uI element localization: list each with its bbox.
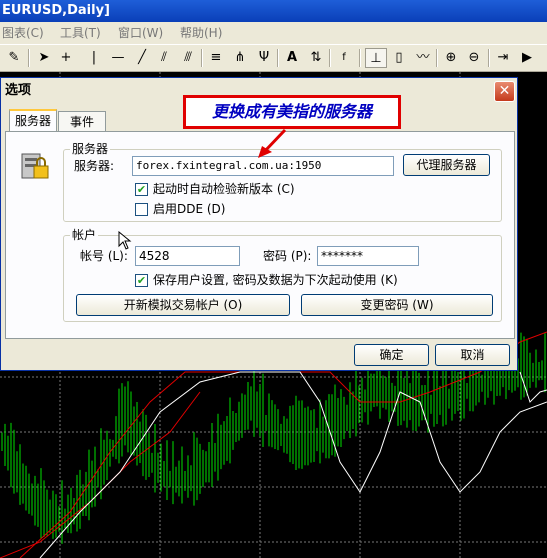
mouse-cursor-icon xyxy=(118,231,132,250)
fibo-icon[interactable]: ≡ xyxy=(205,48,227,68)
period-icon[interactable]: f xyxy=(333,48,355,68)
close-icon[interactable]: ✕ xyxy=(494,81,515,102)
trendline-icon[interactable]: ╱ xyxy=(131,48,153,68)
toolbar-separator xyxy=(359,49,361,67)
crosshair-icon[interactable]: + xyxy=(55,48,77,68)
zoom-in-icon[interactable]: ⊕ xyxy=(440,48,462,68)
drawing-toolbar: ✎ ➤ + | — ╱ ⫽ ⫻ ≡ ⋔ Ψ A ⇅ f ⊥ ▯ 〰 ⊕ ⊖ ⇥ … xyxy=(0,44,547,72)
menu-help[interactable]: 帮助(H) xyxy=(180,22,222,44)
channel-icon[interactable]: ⫽ xyxy=(153,48,175,68)
save-settings-label: 保存用户设置, 密码及数据为下次起动使用 (K) xyxy=(153,273,398,287)
horizontal-line-icon[interactable]: — xyxy=(107,48,129,68)
menu-window[interactable]: 窗口(W) xyxy=(118,22,163,44)
toolbar-separator xyxy=(277,49,279,67)
grid-fibo-icon[interactable]: ⋔ xyxy=(229,48,251,68)
menu-bar: 图表(C) 工具(T) 窗口(W) 帮助(H) xyxy=(0,22,547,44)
server-input[interactable]: forex.fxintegral.com.ua:1950 xyxy=(132,156,394,176)
menu-tools[interactable]: 工具(T) xyxy=(60,22,101,44)
login-input[interactable]: 4528 xyxy=(135,246,240,266)
fan-icon[interactable]: Ψ xyxy=(253,48,275,68)
window-title-bar: EURUSD,Daily] xyxy=(0,0,547,22)
tab-events[interactable]: 事件 xyxy=(58,111,106,133)
toolbar-separator xyxy=(436,49,438,67)
toolbar-separator xyxy=(488,49,490,67)
window-title: EURUSD,Daily] xyxy=(2,3,110,18)
tab-server[interactable]: 服务器 xyxy=(9,109,57,133)
enable-dde-label: 启用DDE (D) xyxy=(153,202,226,216)
arrows-icon[interactable]: ⇅ xyxy=(305,48,327,68)
zoom-out-icon[interactable]: ⊖ xyxy=(463,48,485,68)
server-icon xyxy=(18,148,52,182)
change-password-button[interactable]: 变更密码 (W) xyxy=(301,294,493,316)
toolbar-separator xyxy=(329,49,331,67)
enable-dde-checkbox[interactable] xyxy=(135,203,148,216)
annotation-callout: 更换成有美指的服务器 xyxy=(183,95,401,129)
account-group-label: 帐户 xyxy=(70,228,99,242)
tab-panel: 服务器 服务器: forex.fxintegral.com.ua:1950 代理… xyxy=(5,131,515,339)
cancel-button[interactable]: 取消 xyxy=(435,344,510,366)
bar-chart-icon[interactable]: ⊥ xyxy=(365,48,387,68)
server-label: 服务器: xyxy=(74,159,115,173)
text-icon[interactable]: A xyxy=(281,48,303,68)
vertical-line-icon[interactable]: | xyxy=(83,48,105,68)
auto-update-checkbox[interactable]: ✔ xyxy=(135,183,148,196)
toolbar-separator xyxy=(201,49,203,67)
autoscroll-icon[interactable]: ▶ xyxy=(516,48,538,68)
password-input[interactable]: ******* xyxy=(317,246,419,266)
menu-chart[interactable]: 图表(C) xyxy=(2,22,44,44)
server-group: 服务器 服务器: forex.fxintegral.com.ua:1950 代理… xyxy=(63,142,502,222)
line-chart-icon[interactable]: 〰 xyxy=(412,48,434,68)
chart-shift-icon[interactable]: ⇥ xyxy=(492,48,514,68)
gann-icon[interactable]: ⫻ xyxy=(177,48,199,68)
auto-update-label: 起动时自动检验新版本 (C) xyxy=(153,182,295,196)
proxy-server-button[interactable]: 代理服务器 xyxy=(403,154,490,176)
save-settings-checkbox[interactable]: ✔ xyxy=(135,274,148,287)
cursor-icon[interactable]: ➤ xyxy=(33,48,55,68)
pencil-icon[interactable]: ✎ xyxy=(3,48,25,68)
open-demo-account-button[interactable]: 开新模拟交易帐户 (O) xyxy=(76,294,290,316)
candle-chart-icon[interactable]: ▯ xyxy=(388,48,410,68)
toolbar-separator xyxy=(28,49,30,67)
ok-button[interactable]: 确定 xyxy=(354,344,429,366)
password-label: 密码 (P): xyxy=(263,249,312,263)
server-group-label: 服务器 xyxy=(70,142,111,156)
